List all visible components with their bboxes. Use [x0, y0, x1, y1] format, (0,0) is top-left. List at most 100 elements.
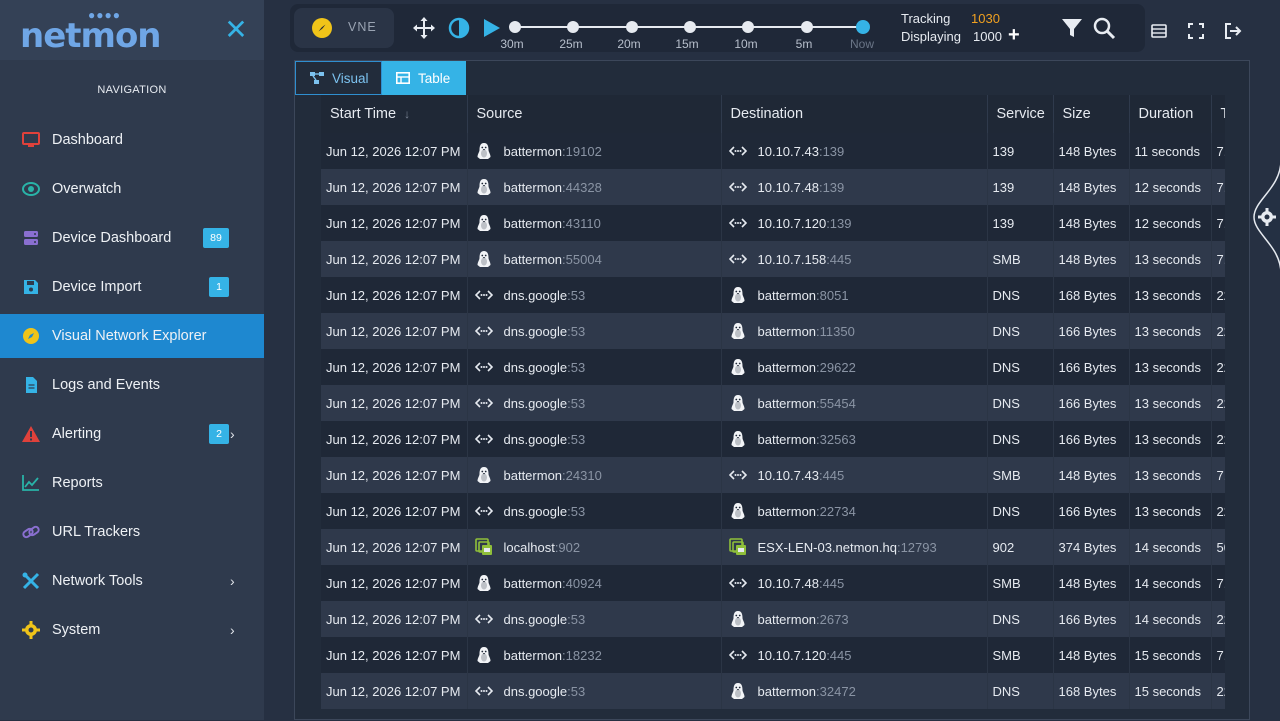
column-header-service[interactable]: Service: [987, 95, 1054, 133]
table-row[interactable]: Jun 12, 2026 12:07 PM battermon:55004 10.1…: [321, 241, 1225, 277]
cell-destination[interactable]: battermon:22734: [721, 493, 988, 529]
timeline-dot[interactable]: [567, 21, 579, 33]
cell-source[interactable]: localhost:902: [467, 529, 722, 565]
cell-source[interactable]: battermon:24310: [467, 457, 722, 493]
cell-t: 22: [1211, 421, 1225, 457]
cell-source[interactable]: dns.google:53: [467, 421, 722, 457]
search-icon[interactable]: [1092, 16, 1116, 40]
tab-visual[interactable]: Visual: [295, 61, 382, 95]
cell-source[interactable]: dns.google:53: [467, 673, 722, 709]
cell-destination[interactable]: battermon:32563: [721, 421, 988, 457]
table-row[interactable]: Jun 12, 2026 12:07 PM dns.google:53 batter…: [321, 313, 1225, 349]
sidebar-item-network-tools[interactable]: Network Tools ›: [0, 559, 264, 603]
cell-source[interactable]: dns.google:53: [467, 385, 722, 421]
sidebar-item-system[interactable]: System ›: [0, 608, 264, 652]
cell-destination[interactable]: battermon:2673: [721, 601, 988, 637]
cell-t: 7..: [1211, 205, 1225, 241]
cell-destination[interactable]: 10.10.7.43:139: [721, 133, 988, 169]
cell-source[interactable]: battermon:40924: [467, 565, 722, 601]
chevron-right-icon[interactable]: ›: [230, 426, 235, 442]
cell-destination[interactable]: 10.10.7.120:139: [721, 205, 988, 241]
cell-destination[interactable]: 10.10.7.43:445: [721, 457, 988, 493]
cell-destination[interactable]: 10.10.7.48:139: [721, 169, 988, 205]
network-graph-icon: [310, 71, 324, 85]
vne-mode-button[interactable]: VNE: [294, 8, 394, 48]
timeline-dot[interactable]: [509, 21, 521, 33]
cell-destination[interactable]: battermon:29622: [721, 349, 988, 385]
cell-destination[interactable]: battermon:8051: [721, 277, 988, 313]
cell-destination[interactable]: battermon:55454: [721, 385, 988, 421]
sidebar-item-device-dashboard[interactable]: Device Dashboard 89: [0, 216, 264, 260]
column-header-size[interactable]: Size: [1053, 95, 1130, 133]
database-icon[interactable]: [1150, 22, 1170, 40]
destination-host: battermon: [757, 611, 817, 627]
sidebar-item-overwatch[interactable]: Overwatch: [0, 167, 264, 211]
chevron-right-icon[interactable]: ›: [230, 573, 235, 589]
cell-source[interactable]: battermon:44328: [467, 169, 722, 205]
column-header-duration[interactable]: Duration: [1129, 95, 1212, 133]
cell-source[interactable]: battermon:19102: [467, 133, 722, 169]
filter-icon[interactable]: [1060, 16, 1084, 40]
time-slider[interactable]: [509, 20, 870, 34]
table-row[interactable]: Jun 12, 2026 12:07 PM dns.google:53 batter…: [321, 349, 1225, 385]
column-header-start-time[interactable]: Start Time ↓: [321, 95, 468, 133]
cell-source[interactable]: dns.google:53: [467, 313, 722, 349]
table-row[interactable]: Jun 12, 2026 12:07 PM dns.google:53 batter…: [321, 421, 1225, 457]
connections-table-container[interactable]: Start Time ↓ Source Destination Service S…: [321, 95, 1225, 721]
cell-source[interactable]: dns.google:53: [467, 277, 722, 313]
sidebar-item-alerting[interactable]: Alerting 2 ›: [0, 412, 264, 456]
table-row[interactable]: Jun 12, 2026 12:07 PM battermon:43110 10.1…: [321, 205, 1225, 241]
table-row[interactable]: Jun 12, 2026 12:07 PM dns.google:53 batter…: [321, 493, 1225, 529]
sort-arrow-icon[interactable]: ↓: [404, 107, 410, 121]
netmon-logo[interactable]: ●●●● netmon: [20, 8, 162, 54]
settings-drawer-tab[interactable]: [1251, 160, 1280, 274]
fullscreen-icon[interactable]: [1187, 22, 1207, 40]
network-host-icon: [473, 322, 504, 340]
table-row[interactable]: Jun 12, 2026 12:07 PM dns.google:53 batter…: [321, 601, 1225, 637]
column-header-source[interactable]: Source: [467, 95, 722, 133]
sidebar-item-dashboard[interactable]: Dashboard: [0, 118, 264, 162]
table-row[interactable]: Jun 12, 2026 12:07 PM localhost:902 ESX-LE…: [321, 529, 1225, 565]
cell-destination[interactable]: battermon:11350: [721, 313, 988, 349]
cell-destination[interactable]: 10.10.7.158:445: [721, 241, 988, 277]
table-row[interactable]: Jun 12, 2026 12:07 PM battermon:24310 10.1…: [321, 457, 1225, 493]
source-port: :53: [567, 503, 586, 519]
timeline-now-handle[interactable]: [856, 20, 870, 34]
increase-display-button[interactable]: +: [1008, 24, 1020, 47]
timeline-dot[interactable]: [801, 21, 813, 33]
cell-source[interactable]: battermon:43110: [467, 205, 722, 241]
cell-source[interactable]: battermon:18232: [467, 637, 722, 673]
cell-destination[interactable]: ESX-LEN-03.netmon.hq:12793: [721, 529, 988, 565]
cell-source[interactable]: dns.google:53: [467, 601, 722, 637]
sidebar-item-visual-network-explorer[interactable]: Visual Network Explorer: [0, 314, 264, 358]
cell-destination[interactable]: 10.10.7.120:445: [721, 637, 988, 673]
cell-source[interactable]: battermon:55004: [467, 241, 722, 277]
table-row[interactable]: Jun 12, 2026 12:07 PM dns.google:53 batter…: [321, 277, 1225, 313]
contrast-icon[interactable]: [447, 16, 471, 40]
table-row[interactable]: Jun 12, 2026 12:07 PM battermon:40924 10.1…: [321, 565, 1225, 601]
chevron-right-icon[interactable]: ›: [230, 622, 235, 638]
tab-table-label: Table: [418, 70, 451, 86]
logout-icon[interactable]: [1224, 22, 1244, 40]
sidebar-item-device-import[interactable]: Device Import 1: [0, 265, 264, 309]
table-row[interactable]: Jun 12, 2026 12:07 PM battermon:19102 10.1…: [321, 133, 1225, 169]
table-row[interactable]: Jun 12, 2026 12:07 PM battermon:18232 10.1…: [321, 637, 1225, 673]
cell-destination[interactable]: battermon:32472: [721, 673, 988, 709]
column-header-destination[interactable]: Destination: [721, 95, 988, 133]
cell-destination[interactable]: 10.10.7.48:445: [721, 565, 988, 601]
tab-table[interactable]: Table: [382, 61, 466, 95]
timeline-dot[interactable]: [742, 21, 754, 33]
column-header-t[interactable]: T: [1211, 95, 1225, 133]
table-row[interactable]: Jun 12, 2026 12:07 PM dns.google:53 batter…: [321, 673, 1225, 709]
sidebar-item-logs-and-events[interactable]: Logs and Events: [0, 363, 264, 407]
timeline-dot[interactable]: [626, 21, 638, 33]
cell-source[interactable]: dns.google:53: [467, 349, 722, 385]
move-arrows-icon[interactable]: [412, 16, 436, 40]
close-sidebar-button[interactable]: ✕: [222, 14, 250, 46]
timeline-dot[interactable]: [684, 21, 696, 33]
sidebar-item-reports[interactable]: Reports: [0, 461, 264, 505]
table-row[interactable]: Jun 12, 2026 12:07 PM dns.google:53 batter…: [321, 385, 1225, 421]
table-row[interactable]: Jun 12, 2026 12:07 PM battermon:44328 10.1…: [321, 169, 1225, 205]
sidebar-item-url-trackers[interactable]: URL Trackers: [0, 510, 264, 554]
cell-source[interactable]: dns.google:53: [467, 493, 722, 529]
